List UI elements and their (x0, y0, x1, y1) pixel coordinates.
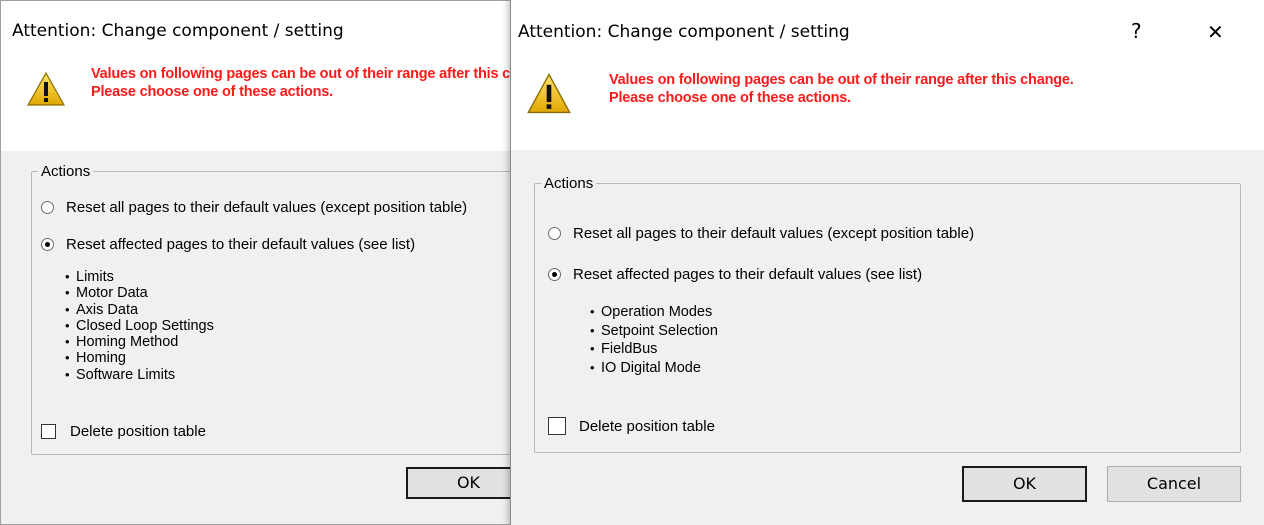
affected-page-item: Operation Modes (590, 303, 718, 322)
checkbox-label: Delete position table (70, 423, 206, 440)
affected-page-item: Axis Data (65, 302, 214, 318)
radio-label: Reset all pages to their default values … (66, 199, 468, 216)
help-button[interactable]: ? (1131, 19, 1142, 43)
warning-message: Values on following pages can be out of … (609, 72, 1074, 106)
radio-label: Reset affected pages to their default va… (66, 236, 416, 253)
affected-page-item: Setpoint Selection (590, 322, 718, 341)
affected-page-item: Limits (65, 269, 214, 285)
affected-pages-list: LimitsMotor DataAxis DataClosed Loop Set… (65, 269, 214, 383)
radio-button[interactable] (548, 227, 561, 240)
radio-button-selected[interactable] (548, 268, 561, 281)
radio-label: Reset all pages to their default values … (573, 225, 975, 242)
affected-page-item: Homing (65, 350, 214, 366)
cancel-button[interactable]: Cancel (1107, 466, 1241, 502)
radio-reset-all[interactable]: Reset all pages to their default values … (41, 199, 467, 216)
dialog-header: Attention: Change component / setting ? … (511, 0, 1264, 150)
affected-page-item: Software Limits (65, 367, 214, 383)
radio-reset-affected[interactable]: Reset affected pages to their default va… (41, 236, 415, 253)
radio-button[interactable] (41, 201, 54, 214)
radio-label: Reset affected pages to their default va… (573, 266, 923, 283)
dialog-header: Attention: Change component / setting Va… (1, 1, 514, 151)
dialog-front: Attention: Change component / setting ? … (510, 0, 1264, 525)
delete-position-table-checkbox[interactable]: Delete position table (41, 423, 206, 440)
warning-message: Values on following pages can be out of … (91, 66, 515, 100)
affected-page-item: FieldBus (590, 340, 718, 359)
checkbox-box[interactable] (548, 417, 566, 435)
affected-pages-list: Operation ModesSetpoint SelectionFieldBu… (590, 303, 718, 377)
affected-page-item: Closed Loop Settings (65, 318, 214, 334)
dialog-back: Attention: Change component / setting Va… (0, 0, 515, 525)
radio-reset-affected[interactable]: Reset affected pages to their default va… (548, 266, 922, 283)
ok-button[interactable]: OK (406, 467, 514, 499)
actions-legend: Actions (41, 163, 91, 180)
close-icon[interactable]: ✕ (1207, 20, 1224, 44)
affected-page-item: Homing Method (65, 334, 214, 350)
warning-triangle-icon (26, 71, 66, 106)
affected-page-item: Motor Data (65, 285, 214, 301)
dialog-title: Attention: Change component / setting (518, 22, 850, 42)
ok-button[interactable]: OK (962, 466, 1087, 502)
checkbox-label: Delete position table (579, 417, 715, 435)
radio-reset-all[interactable]: Reset all pages to their default values … (548, 225, 974, 242)
warning-triangle-icon (527, 73, 571, 114)
actions-legend: Actions (544, 175, 594, 192)
dialog-title: Attention: Change component / setting (12, 21, 344, 41)
affected-page-item: IO Digital Mode (590, 359, 718, 378)
delete-position-table-checkbox[interactable]: Delete position table (548, 417, 715, 435)
radio-button-selected[interactable] (41, 238, 54, 251)
checkbox-box[interactable] (41, 424, 56, 439)
